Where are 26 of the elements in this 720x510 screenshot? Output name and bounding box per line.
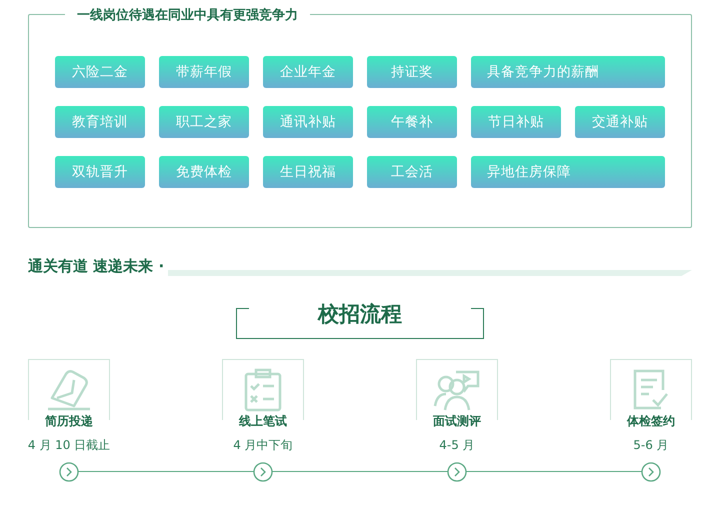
benefit-tag: 午餐补 xyxy=(367,106,457,138)
benefit-tag: 生日祝福 xyxy=(263,156,353,188)
benefit-tag: 六险二金 xyxy=(55,56,145,88)
benefit-tag: 免费体检 xyxy=(159,156,249,188)
benefit-tag: 持证奖 xyxy=(367,56,457,88)
benefit-tag: 异地住房保障 xyxy=(471,156,665,188)
benefit-tag: 职工之家 xyxy=(159,106,249,138)
people-chat-icon xyxy=(432,368,482,412)
benefit-tag: 教育培训 xyxy=(55,106,145,138)
benefit-tag: 具备竞争力的薪酬 xyxy=(471,56,665,88)
step-date: 4 月 10 日截止 xyxy=(28,437,110,454)
benefit-tag: 节日补贴 xyxy=(471,106,561,138)
benefit-tag: 企业年金 xyxy=(263,56,353,88)
benefit-tag: 双轨晋升 xyxy=(55,156,145,188)
section-heading: 通关有道 速递未来 · xyxy=(28,257,164,275)
benefit-tag: 交通补贴 xyxy=(575,106,665,138)
process-title: 校招流程 xyxy=(318,301,402,328)
panel-title: 一线岗位待遇在同业中具有更强竞争力 xyxy=(65,6,310,24)
step-date: 4-5 月 xyxy=(439,437,475,454)
step-date: 4 月中下旬 xyxy=(233,437,293,454)
clipboard-icon xyxy=(243,368,283,412)
step-date: 5-6 月 xyxy=(633,437,669,454)
benefit-tag: 通讯补贴 xyxy=(263,106,353,138)
document-check-icon xyxy=(631,368,671,412)
benefit-tag: 工会活 xyxy=(367,156,457,188)
benefit-tag: 带薪年假 xyxy=(159,56,249,88)
